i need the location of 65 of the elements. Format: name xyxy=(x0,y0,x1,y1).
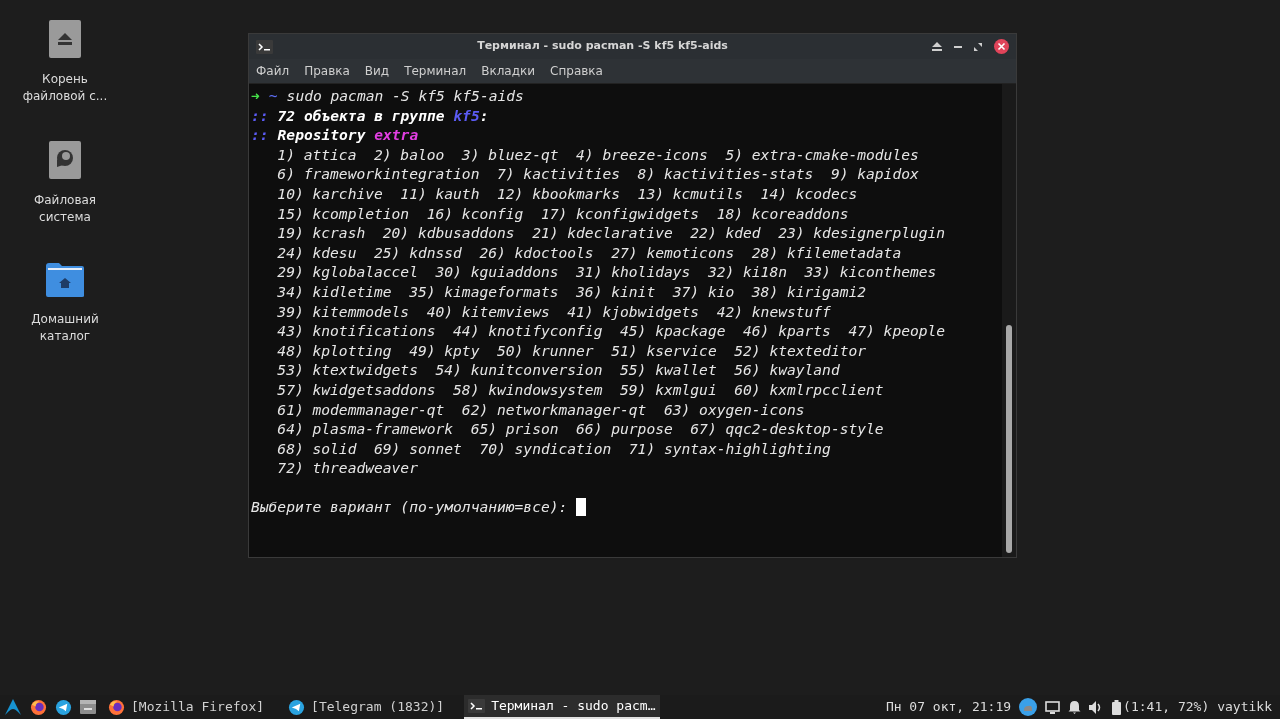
firefox-icon[interactable] xyxy=(108,698,125,716)
package-list-line: 34) kidletime 35) kimageformats 36) kinit 37) kio 38) kirigami2 xyxy=(276,281,867,302)
desktop-icon-label[interactable]: Файловая система xyxy=(33,192,97,226)
window-title: Терминал - sudo pacman -S kf5 kf5-aids xyxy=(476,38,729,55)
file-manager-icon[interactable] xyxy=(80,699,96,715)
arch-logo-icon[interactable] xyxy=(4,698,22,716)
package-list-line: 10) karchive 11) kauth 12) kbookmarks 13) kcmutils 14) kcodecs xyxy=(276,183,858,204)
clock[interactable]: Пн 07 окт, 21:19 xyxy=(885,697,1012,717)
menu-item[interactable]: Файл xyxy=(256,62,290,80)
package-list-line: 64) plasma-framework 65) prison 66) purpose 67) qqc2-desktop-style xyxy=(276,419,884,439)
minimize-icon[interactable] xyxy=(954,45,962,48)
eject-drive-icon xyxy=(49,20,81,58)
input-prompt: Выберите вариант (по-умолчанию=все): xyxy=(251,497,569,518)
package-list-line: 57) kwidgetsaddons 58) kwindowsystem 59) kxmlgui 60) kxmlrpcclient xyxy=(276,379,884,400)
maximize-icon[interactable] xyxy=(974,42,982,51)
taskbar-task[interactable]: Терминал - sudo pacm… xyxy=(464,695,660,719)
bell-icon[interactable] xyxy=(1068,700,1082,714)
info-text: 72 объекта в группе xyxy=(277,105,446,126)
scrollbar[interactable] xyxy=(1002,84,1016,557)
package-list-line: 48) kplotting 49) kpty 50) krunner 51) kservice 52) ktexteditor xyxy=(276,340,867,361)
info-marker: :: xyxy=(251,105,269,126)
battery-status[interactable]: (1:41, 72%) xyxy=(1123,697,1210,717)
prompt-arrow: ➜ xyxy=(251,86,260,106)
desktop-icon-label[interactable]: Домашний каталог xyxy=(31,311,99,345)
package-list-line: 1) attica 2) baloo 3) bluez-qt 4) breeze-icons 5) extra-cmake-modules xyxy=(276,144,919,165)
scrollbar-thumb[interactable] xyxy=(1006,325,1012,553)
taskbar-task[interactable]: [Mozilla Firefox] xyxy=(104,695,269,719)
package-list-line: 72) threadweaver xyxy=(276,458,418,478)
desktop-icon-label[interactable]: Корень файловой с... xyxy=(22,71,108,105)
home-folder-icon xyxy=(45,262,85,298)
info-highlight: extra xyxy=(374,125,419,145)
cloud-sync-icon[interactable] xyxy=(1019,698,1038,716)
firefox-icon[interactable] xyxy=(30,698,47,716)
user-name[interactable]: vaytikk xyxy=(1217,697,1272,717)
telegram-icon[interactable] xyxy=(55,698,72,716)
close-icon[interactable] xyxy=(994,39,1009,54)
prompt-path: ~ xyxy=(268,86,278,106)
menu-item[interactable]: Справка xyxy=(550,62,603,80)
package-list-line: 24) kdesu 25) kdnssd 26) kdoctools 27) kemoticons 28) kfilemetadata xyxy=(276,242,902,263)
taskbar-task[interactable]: [Telegram (1832)] xyxy=(284,695,449,719)
battery-icon[interactable] xyxy=(1112,699,1122,715)
info-marker: :: xyxy=(251,125,269,145)
monitor-icon[interactable] xyxy=(1045,700,1061,714)
command-text: sudo pacman -S kf5 kf5-aids xyxy=(286,86,524,106)
menu-item[interactable]: Правка xyxy=(304,62,350,80)
menu-item[interactable]: Терминал xyxy=(404,62,467,80)
package-list-line: 61) modemmanager-qt 62) networkmanager-qt 63) oxygen-icons xyxy=(276,399,805,420)
terminal-icon xyxy=(256,39,273,54)
telegram-icon[interactable] xyxy=(288,698,306,716)
info-text: Repository xyxy=(277,125,367,145)
package-list-line: 53) ktextwidgets 54) kunitconversion 55) kwallet 56) kwayland xyxy=(276,360,840,380)
text-cursor xyxy=(576,498,587,517)
package-list-line: 43) knotifications 44) knotifyconfig 45) kpackage 46) kparts 47) kpeople xyxy=(276,321,946,341)
package-list-line: 29) kglobalaccel 30) kguiaddons 31) kholidays 32) ki18n 33) kiconthemes xyxy=(276,262,937,282)
info-suffix: : xyxy=(479,105,489,126)
menu-item[interactable]: Вкладки xyxy=(481,62,536,80)
menu-item[interactable]: Вид xyxy=(364,62,390,80)
package-list-line: 6) frameworkintegration 7) kactivities 8) kactivities-stats 9) kapidox xyxy=(276,164,919,184)
package-list-line: 68) solid 69) sonnet 70) syndication 71) syntax-highlighting xyxy=(276,438,831,459)
info-highlight: kf5 xyxy=(453,105,480,126)
package-list-line: 39) kitemmodels 40) kitemviews 41) kjobwidgets 42) knewstuff xyxy=(276,301,831,322)
package-list-line: 19) kcrash 20) kdbusaddons 21) kdeclarative 22) kded 23) kdesignerplugin xyxy=(276,223,946,243)
keep-above-icon[interactable] xyxy=(932,42,942,51)
terminal-icon xyxy=(468,699,486,713)
package-list-line: 15) kcompletion 16) kconfig 17) kconfigwidgets 18) kcoreaddons xyxy=(276,203,849,224)
